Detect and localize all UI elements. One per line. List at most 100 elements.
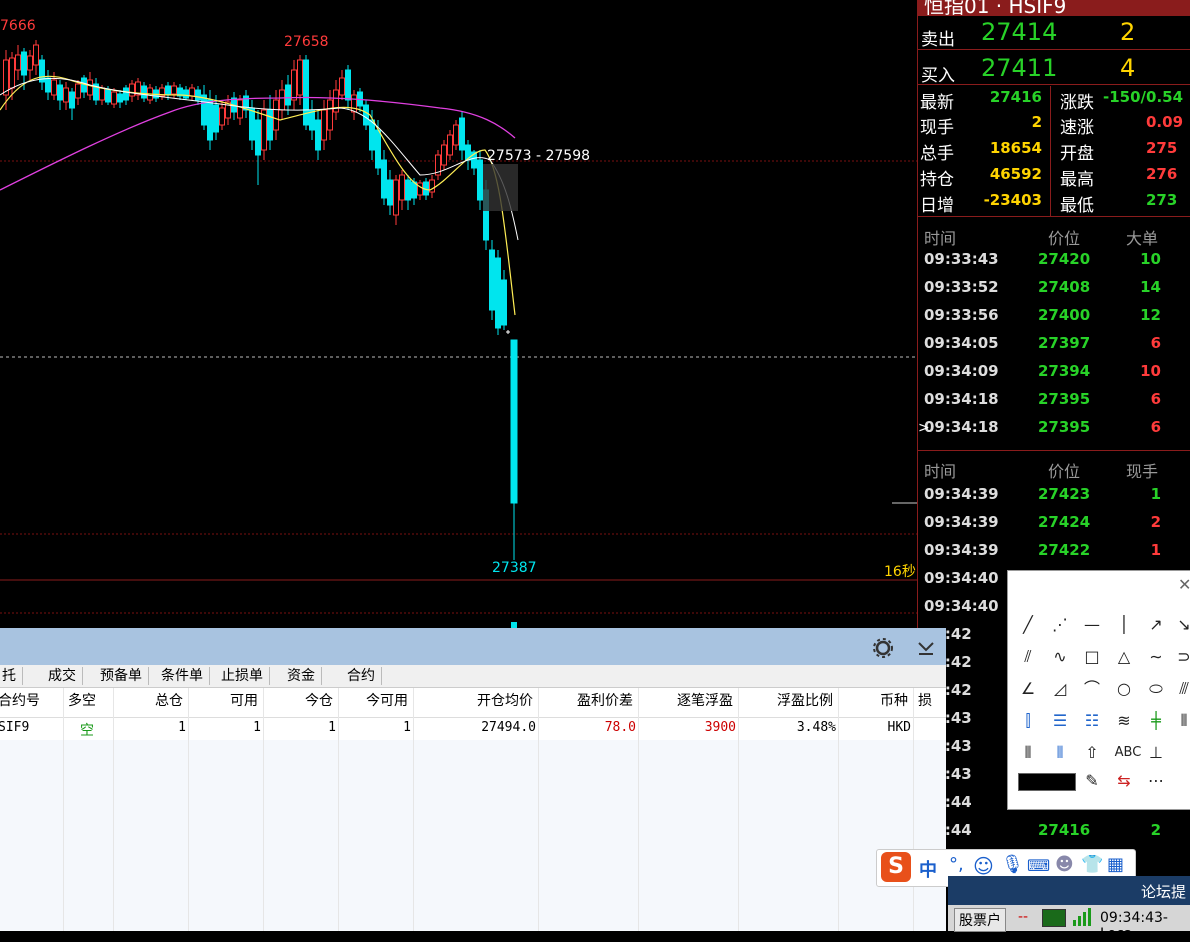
candle-body <box>291 69 297 101</box>
col-header-currency[interactable]: 币种 <box>838 690 908 710</box>
circle-tool-icon[interactable]: ○ <box>1112 677 1136 701</box>
color-tool-icon[interactable]: ⇆ <box>1112 769 1136 793</box>
candle-body <box>99 87 105 101</box>
line-tool-icon[interactable]: ╱ <box>1016 613 1040 637</box>
forum-link[interactable]: 论坛提 <box>1141 881 1186 902</box>
col-header-available[interactable]: 可用 <box>188 690 258 710</box>
tab-funds[interactable]: 资金 <box>281 667 322 685</box>
candle-body <box>267 109 273 141</box>
candle-body <box>495 257 501 329</box>
buy-price[interactable]: 27411 <box>981 54 1057 82</box>
gann-tool-icon[interactable]: ∠ <box>1016 677 1040 701</box>
up-arrow-tool-icon[interactable]: ⇧ <box>1080 741 1104 765</box>
cell-contract: SIF9 <box>0 720 30 735</box>
candlestick-chart[interactable]: 7666 27658 27573 - 27598 27387 16秒 <box>0 0 917 628</box>
trade-price: 27397 <box>1038 334 1091 352</box>
tab-contracts[interactable]: 合约 <box>341 667 382 685</box>
tab-trades[interactable]: 成交 <box>42 667 83 685</box>
stat-value: -23403 <box>983 191 1042 209</box>
candle-body <box>207 99 213 141</box>
ruler-tool-icon[interactable]: ⊥ <box>1144 741 1168 765</box>
user-icon[interactable]: ☻ <box>1055 854 1074 875</box>
skin-icon[interactable]: 👕 <box>1081 854 1103 875</box>
trade-volume: 6 <box>1150 418 1161 436</box>
fib-ext-tool-icon[interactable]: ☷ <box>1080 709 1104 733</box>
arrow-down-tool-icon[interactable]: ↘ <box>1172 613 1190 637</box>
collapse-icon[interactable] <box>916 639 936 657</box>
account-type[interactable]: 股票户 <box>954 908 1006 932</box>
tab-stop-loss[interactable]: 止损单 <box>215 667 270 685</box>
ellipse-tool-icon[interactable]: ⬭ <box>1144 677 1168 701</box>
close-icon[interactable]: ✕ <box>1178 575 1190 594</box>
timeframe-label[interactable]: 16秒 <box>884 561 916 581</box>
candle-body <box>9 57 15 89</box>
candle-body <box>327 99 333 131</box>
zigzag-tool-icon[interactable]: ∿ <box>1048 645 1072 669</box>
candle-body <box>51 79 57 96</box>
vline-tool-icon[interactable]: │ <box>1112 613 1136 637</box>
col-header-direction[interactable]: 多空 <box>68 690 96 710</box>
candle-body <box>369 119 375 151</box>
fib-ret-tool-icon[interactable]: ☰ <box>1048 709 1072 733</box>
chart-canvas[interactable] <box>0 0 917 628</box>
arrow-tool-icon[interactable]: ↗ <box>1144 613 1168 637</box>
channel-tool-icon[interactable]: ⫽ <box>1016 645 1040 669</box>
candle-body <box>21 51 27 76</box>
wave-tool-icon[interactable]: ∼ <box>1144 645 1168 669</box>
col-header-floating-pnl[interactable]: 逐笔浮盈 <box>638 690 733 710</box>
fan-tool-icon[interactable]: ◿ <box>1048 677 1072 701</box>
candle-body <box>237 99 243 119</box>
eraser-tool-icon[interactable]: ✎ <box>1080 769 1104 793</box>
col-header-contract[interactable]: 合约号 <box>0 690 40 710</box>
triangle-tool-icon[interactable]: △ <box>1112 645 1136 669</box>
more-tools-icon[interactable]: ⋯ <box>1144 769 1168 793</box>
emoji-icon[interactable]: ☺ <box>973 854 994 878</box>
candle-body <box>510 339 518 504</box>
bracket-tool-icon[interactable]: ⊃ <box>1172 645 1190 669</box>
col-header-today-available[interactable]: 今可用 <box>338 690 408 710</box>
col-header-today[interactable]: 今仓 <box>263 690 333 710</box>
settings-icon[interactable] <box>872 637 894 659</box>
vertical-lines-tool-icon[interactable]: ⦀ <box>1016 741 1040 765</box>
rectangle-tool-icon[interactable]: □ <box>1080 645 1104 669</box>
toolbox-icon[interactable]: ▦ <box>1107 854 1124 875</box>
stat-value: -150/0.54 <box>1103 88 1184 106</box>
ime-lang-toggle[interactable]: 中 <box>919 856 937 882</box>
microphone-icon[interactable]: 🎙 <box>1001 854 1024 875</box>
tab-conditional[interactable]: 条件单 <box>155 667 210 685</box>
col-header-profit-spread[interactable]: 盈利价差 <box>538 690 633 710</box>
sell-price[interactable]: 27414 <box>981 18 1057 46</box>
trade-price: 27424 <box>1038 513 1091 531</box>
fib-fan-tool-icon[interactable]: ⫿ <box>1016 709 1040 733</box>
candle-body <box>477 159 483 201</box>
keyboard-icon[interactable]: ⌨ <box>1027 856 1050 875</box>
stat-label: 开盘 <box>1060 144 1094 164</box>
cell-avg-open: 27494.0 <box>481 720 536 735</box>
tab-prepared[interactable]: 预备单 <box>94 667 149 685</box>
candle-body <box>63 87 69 103</box>
ma-short-line <box>0 75 516 316</box>
ray-tool-icon[interactable]: ⋰ <box>1048 613 1072 637</box>
col-header-avg-open[interactable]: 开仓均价 <box>413 690 533 710</box>
col-header-loss[interactable]: 损 <box>918 690 932 710</box>
quote-title: 恒指01 · HSIF9 <box>924 0 1067 16</box>
trade-time: 09:33:52 <box>924 278 999 296</box>
arc-tool-icon[interactable]: ⌒ <box>1080 677 1104 701</box>
speed-lines-tool-icon[interactable]: ≋ <box>1112 709 1136 733</box>
sogou-logo-icon[interactable]: S <box>881 852 911 882</box>
cycle-tool-icon[interactable]: ⦀ <box>1172 709 1190 733</box>
pitchfork-tool-icon[interactable]: ⫻ <box>1172 677 1190 701</box>
trade-time: 09:34:18 <box>924 390 999 408</box>
candle-body <box>387 179 393 206</box>
range-label: 27573 - 27598 <box>487 148 591 164</box>
tab-entrust[interactable]: 托 <box>0 667 23 685</box>
table-body <box>0 740 946 931</box>
hline-tool-icon[interactable]: — <box>1080 613 1104 637</box>
text-tool-icon[interactable]: ABC <box>1112 741 1144 765</box>
period-tool-icon[interactable]: ╪ <box>1144 709 1168 733</box>
col-header-total[interactable]: 总仓 <box>113 690 183 710</box>
punctuation-icon[interactable]: °, <box>949 854 964 875</box>
col-header-pnl-ratio[interactable]: 浮盈比例 <box>738 690 833 710</box>
line-style-selector[interactable] <box>1018 773 1076 791</box>
time-zone-tool-icon[interactable]: ⦀ <box>1048 741 1072 765</box>
